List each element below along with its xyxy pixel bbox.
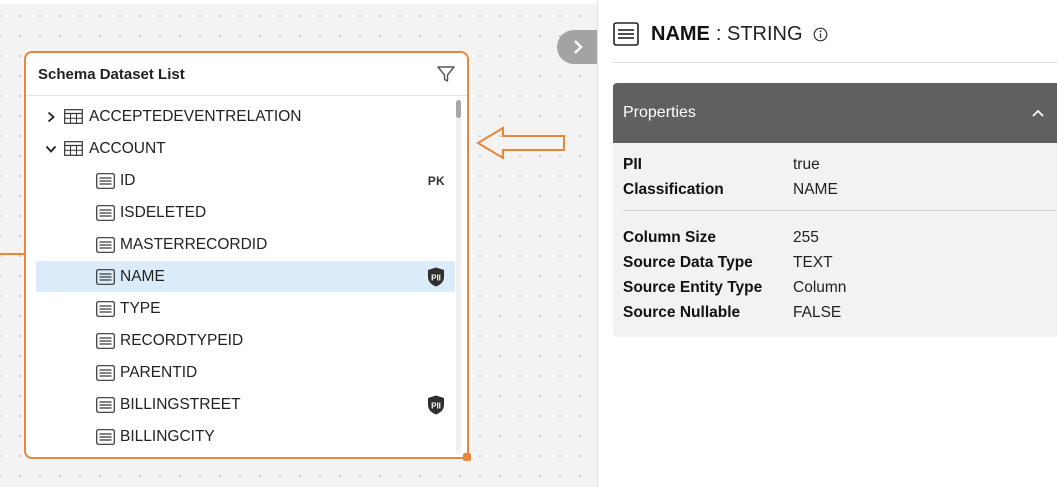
property-key: Source Entity Type [623,279,763,296]
info-icon[interactable] [813,27,828,42]
field-type: : STRING [715,22,803,45]
panel-header: NAME : STRING [613,20,1057,48]
tree-row-label: NAME [120,267,165,285]
connection-edge[interactable] [0,253,26,255]
column-icon [96,172,115,189]
column-icon [96,428,115,445]
property-row: Classification NAME [623,179,838,201]
property-key: Source Nullable [623,304,741,321]
properties-separator [623,210,1057,211]
pii-shield-icon: PII [427,267,445,287]
column-icon [613,22,639,46]
tree-scrollbar-thumb[interactable] [456,100,461,118]
property-key: Classification [623,181,724,198]
property-value: 255 [793,229,819,246]
node-resize-handle[interactable] [463,453,471,461]
tree-row-label: BILLINGCITY [120,427,215,445]
tree-row-label: PARENTID [120,363,198,381]
tree-row-label: RECORDTYPEID [120,331,244,349]
panel-divider [613,62,1057,63]
properties-header[interactable]: Properties [613,83,1057,143]
tree-row-column[interactable]: BILLINGCITY [36,421,455,452]
node-header: Schema Dataset List [26,53,467,96]
chevron-down-icon[interactable] [44,142,58,156]
column-icon [96,332,115,349]
tree-row-column[interactable]: BILLINGSTREET PII [36,389,455,420]
pii-shield-icon: PII [427,395,445,415]
property-value: FALSE [793,304,842,321]
property-row: Source Nullable FALSE [623,302,841,324]
tree-row-column[interactable]: PARENTID [36,357,455,388]
properties-card: Properties PII true Classification NAME … [613,83,1057,337]
column-icon [96,396,115,413]
chevron-up-icon[interactable] [1031,108,1045,118]
property-row: Column Size 255 [623,227,819,249]
tree-row-column-selected[interactable]: NAME PII [36,261,455,292]
chevron-right-icon[interactable] [44,110,58,124]
tree-row-column[interactable]: MASTERRECORDID [36,229,455,260]
details-panel: NAME : STRING Properties PII true Classi… [597,0,1057,487]
field-name: NAME [651,22,710,45]
schema-dataset-node[interactable]: Schema Dataset List ACCEPTEDEVENTRELATIO… [24,51,469,459]
property-key: PII [623,156,642,173]
tree-row-label: ACCEPTEDEVENTRELATION [89,107,302,125]
tree-scrollbar-track[interactable] [456,100,461,454]
property-row: PII true [623,154,820,176]
column-icon [96,236,115,253]
tree-row-label: ACCOUNT [89,139,166,157]
tree-row-label: MASTERRECORDID [120,235,268,253]
tree-row-label: BILLINGSTREET [120,395,241,413]
column-icon [96,364,115,381]
column-icon [96,300,115,317]
tree-row-column[interactable]: RECORDTYPEID [36,325,455,356]
canvas-top-strip [0,0,597,4]
property-value: true [793,156,820,173]
tree-row-column[interactable]: TYPE [36,293,455,324]
node-title: Schema Dataset List [38,65,185,83]
table-icon [64,141,83,156]
property-key: Column Size [623,229,717,246]
tree-row-column[interactable]: ID PK [36,165,455,196]
tree-row-table[interactable]: ACCOUNT [36,133,455,164]
properties-title: Properties [623,104,696,121]
column-icon [96,268,115,285]
tree-row-table[interactable]: ACCEPTEDEVENTRELATION [36,101,455,132]
dataset-tree[interactable]: ACCEPTEDEVENTRELATION ACCOUNT ID PK ISDE… [26,96,467,457]
property-value: NAME [793,181,838,198]
property-key: Source Data Type [623,254,753,271]
svg-text:PII: PII [431,401,441,410]
table-icon [64,109,83,124]
filter-icon[interactable] [435,63,457,85]
column-icon [96,204,115,221]
primary-key-badge: PK [427,173,445,188]
tree-row-column[interactable]: ISDELETED [36,197,455,228]
chevron-right-icon [571,39,585,55]
tree-row-label: ID [120,171,136,189]
property-value: Column [793,279,847,296]
property-row: Source Data Type TEXT [623,252,833,274]
tree-row-label: TYPE [120,299,161,317]
property-value: TEXT [793,254,833,271]
svg-text:PII: PII [431,273,441,282]
annotation-arrow-icon [476,126,566,165]
tree-row-label: ISDELETED [120,203,207,221]
property-row: Source Entity Type Column [623,277,846,299]
diagram-canvas[interactable]: Schema Dataset List ACCEPTEDEVENTRELATIO… [0,0,597,487]
